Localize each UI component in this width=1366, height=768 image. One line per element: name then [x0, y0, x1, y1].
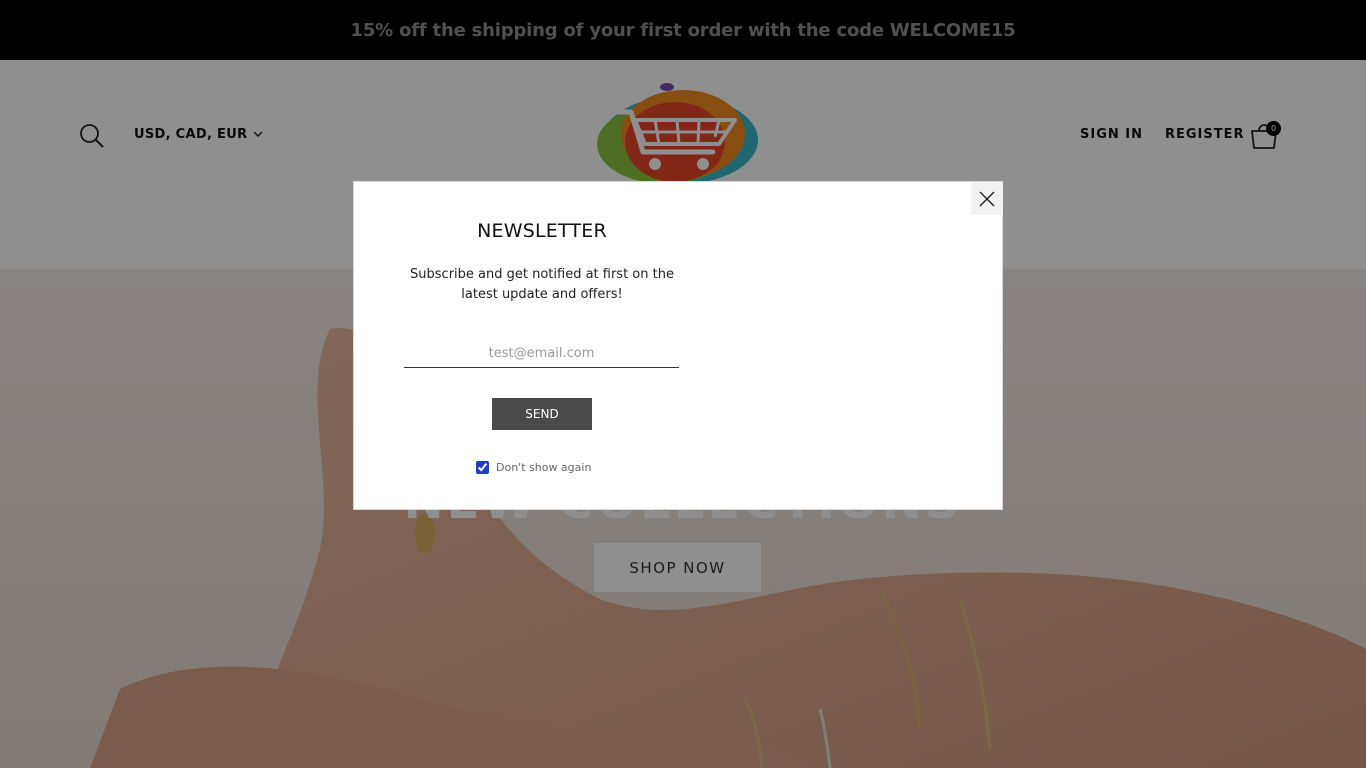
- newsletter-title: NEWSLETTER: [477, 220, 607, 242]
- page: 15% off the shipping of your first order…: [0, 0, 1366, 768]
- dont-show-again[interactable]: Don't show again: [476, 461, 591, 474]
- send-button[interactable]: SEND: [492, 398, 592, 430]
- close-icon: [979, 191, 995, 206]
- newsletter-description: Subscribe and get notified at first on t…: [410, 267, 674, 302]
- close-button[interactable]: [971, 182, 1003, 215]
- dont-show-checkbox[interactable]: [476, 461, 489, 474]
- dont-show-label: Don't show again: [496, 461, 592, 474]
- newsletter-modal: NEWSLETTER Subscribe and get notified at…: [353, 181, 1003, 510]
- email-input[interactable]: [404, 340, 679, 368]
